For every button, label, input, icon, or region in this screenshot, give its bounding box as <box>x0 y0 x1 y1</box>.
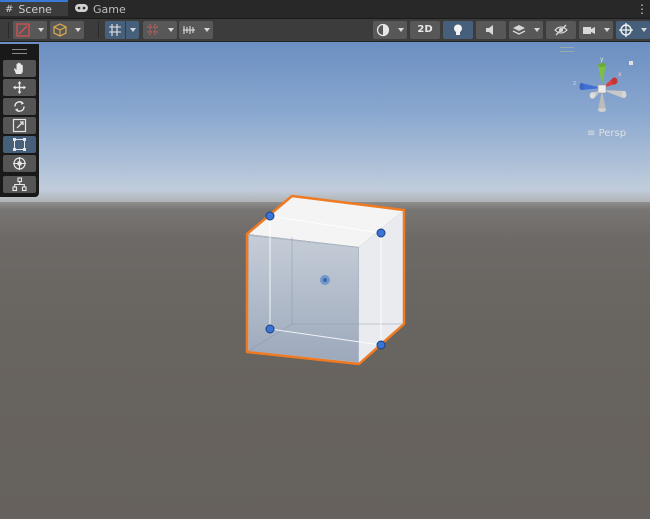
move-icon <box>13 81 26 94</box>
gizmos-dropdown[interactable] <box>616 21 650 39</box>
grid-icon <box>109 24 121 36</box>
grid-visibility-dropdown[interactable] <box>105 21 139 39</box>
gamepad-icon <box>75 3 88 15</box>
scene-visibility-button[interactable] <box>546 21 576 39</box>
tool-transform[interactable] <box>3 155 36 172</box>
axis-gizmo-icon: y x z <box>573 56 633 112</box>
chevron-down-icon <box>130 28 136 32</box>
pivot-center <box>323 278 327 282</box>
scene-viewport[interactable]: y x z ≡ Persp <box>0 42 650 519</box>
camera-settings-dropdown[interactable] <box>579 21 613 39</box>
projection-text: Persp <box>598 128 627 139</box>
projection-icon: ≡ <box>587 128 599 139</box>
custom-tool-icon <box>12 177 27 192</box>
shading-mode-dropdown[interactable] <box>373 21 407 39</box>
rect-handle-top-right[interactable] <box>376 228 386 238</box>
lighting-toggle-button[interactable] <box>443 21 473 39</box>
eye-slash-icon <box>554 24 568 36</box>
cube-front-shading <box>249 236 358 362</box>
svg-text:x: x <box>618 71 622 78</box>
more-options-icon[interactable]: ⋮ <box>636 1 648 17</box>
projection-label[interactable]: ≡ Persp <box>587 128 626 139</box>
rect-handle-top-left[interactable] <box>265 211 275 221</box>
hand-icon <box>14 62 23 74</box>
tab-bar: # Scene Game ⋮ <box>0 0 650 19</box>
scale-icon <box>12 118 27 133</box>
snap-grid-icon <box>147 24 159 36</box>
shading-cube-dropdown[interactable] <box>50 21 84 39</box>
scene-window: # Scene Game ⋮ 2D y x z ≡ Persp <box>0 0 650 519</box>
audio-toggle-button[interactable] <box>476 21 506 39</box>
chevron-down-icon <box>75 28 81 32</box>
sphere-shading-icon <box>376 23 390 37</box>
tab-game[interactable]: Game <box>70 0 143 18</box>
scene-toolbar: 2D <box>0 19 650 42</box>
toolbar-separator <box>8 22 9 38</box>
drag-handle-icon[interactable] <box>12 49 27 54</box>
chevron-down-icon <box>534 28 540 32</box>
2d-toggle-label: 2D <box>417 24 433 35</box>
2d-toggle-button[interactable]: 2D <box>410 21 440 39</box>
tool-palette <box>0 44 39 197</box>
lightbulb-icon <box>454 24 462 35</box>
pivot-mode-dropdown[interactable] <box>13 21 47 39</box>
tool-scale[interactable] <box>3 117 36 134</box>
tool-custom[interactable] <box>3 176 36 193</box>
tab-game-label: Game <box>93 2 126 16</box>
tab-scene[interactable]: # Scene <box>0 0 68 16</box>
tab-scene-label: Scene <box>18 2 52 16</box>
rect-handle-bottom-left[interactable] <box>265 324 275 334</box>
pivot-icon <box>16 23 30 37</box>
tool-rotate[interactable] <box>3 98 36 115</box>
increment-snap-dropdown[interactable] <box>143 21 177 39</box>
gizmo-target-icon <box>619 23 633 37</box>
tool-hand[interactable] <box>3 60 36 77</box>
ruler-dropdown[interactable] <box>179 21 213 39</box>
tool-rect[interactable] <box>3 136 36 153</box>
ruler-icon <box>183 26 195 34</box>
effects-layers-icon <box>512 25 526 35</box>
chevron-down-icon <box>204 28 210 32</box>
effects-dropdown[interactable] <box>509 21 543 39</box>
orientation-gizmo[interactable]: y x z ≡ Persp <box>560 42 647 144</box>
cube-icon <box>53 23 67 37</box>
rotate-icon <box>14 101 25 112</box>
svg-text:y: y <box>600 56 604 63</box>
chevron-down-icon <box>168 28 174 32</box>
transform-icon <box>13 157 26 170</box>
camera-icon <box>583 27 595 34</box>
grid-icon: # <box>5 3 14 15</box>
rect-transform-icon <box>13 138 26 151</box>
selected-cube[interactable] <box>0 42 650 519</box>
chevron-down-icon <box>604 28 610 32</box>
tool-move[interactable] <box>3 79 36 96</box>
rect-handle-bottom-right[interactable] <box>376 340 386 350</box>
svg-text:z: z <box>573 80 576 87</box>
speaker-icon <box>486 25 493 35</box>
chevron-down-icon <box>398 28 404 32</box>
chevron-down-icon <box>641 28 647 32</box>
chevron-down-icon <box>38 28 44 32</box>
toolbar-separator <box>98 22 99 38</box>
